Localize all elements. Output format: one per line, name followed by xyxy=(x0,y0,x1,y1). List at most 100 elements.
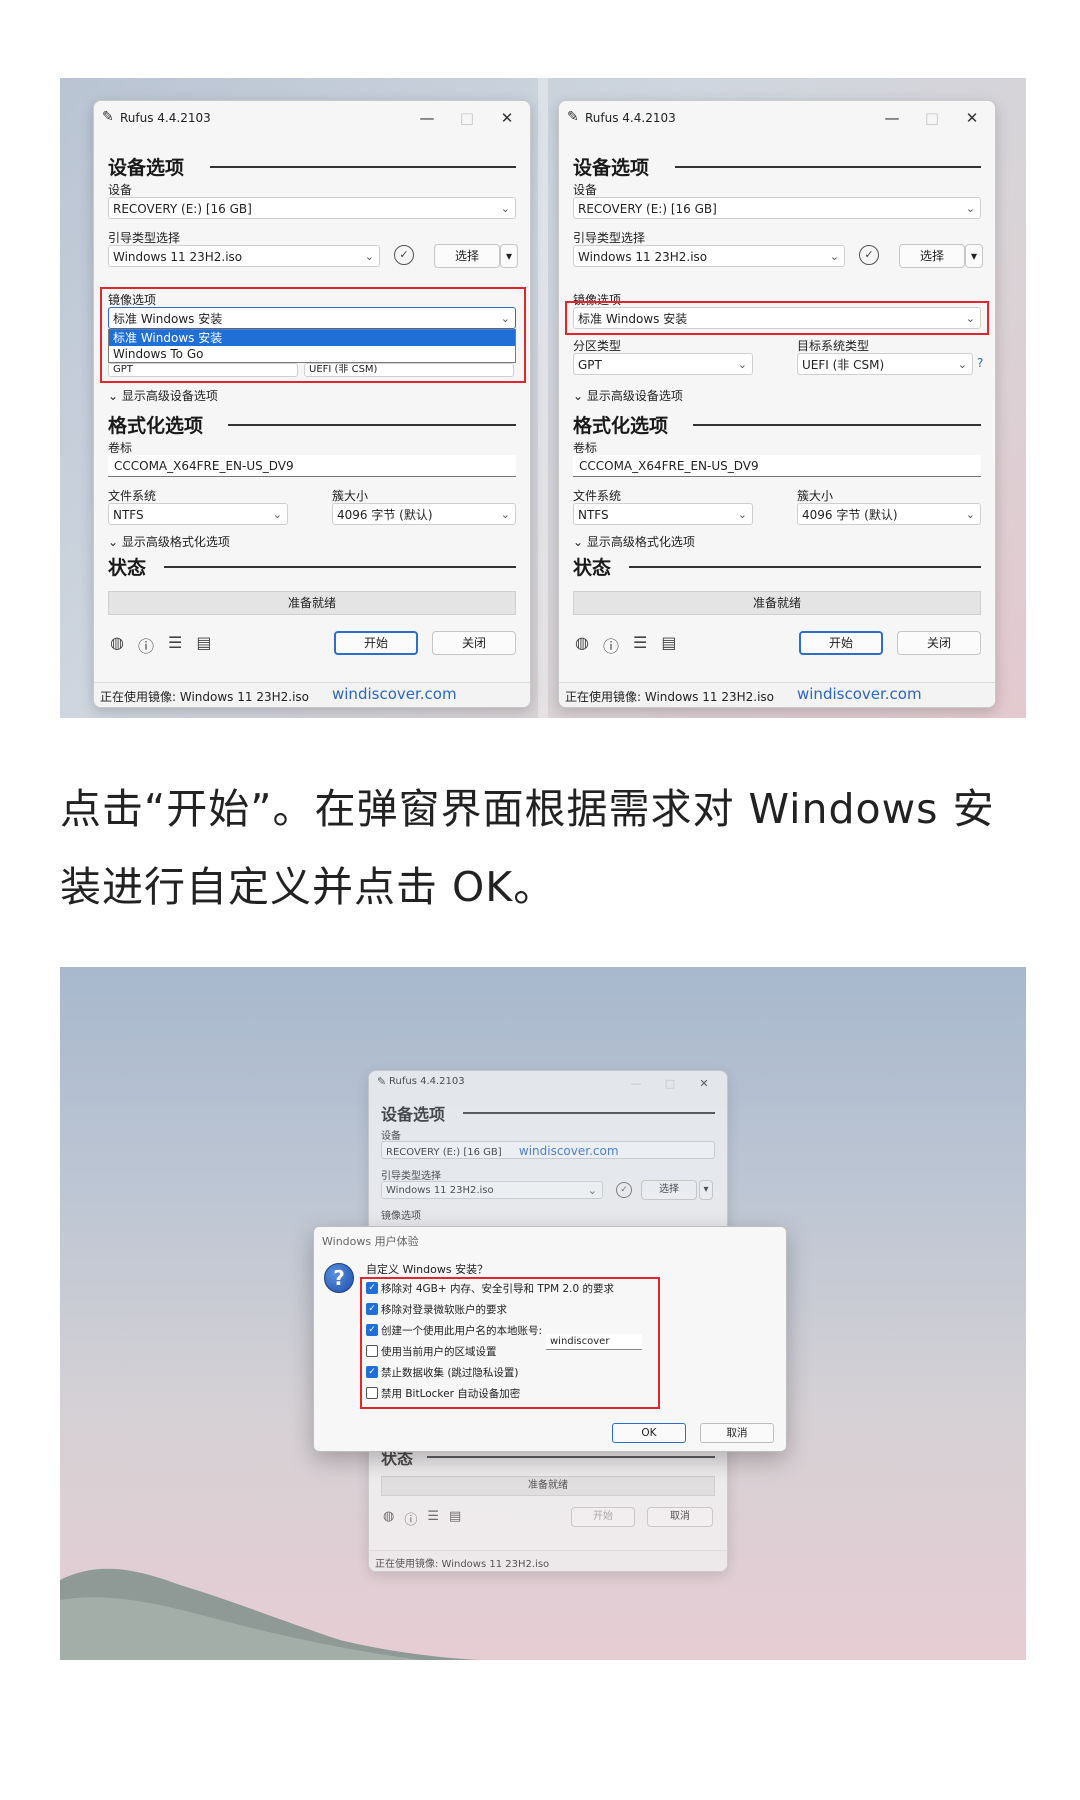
boot-selection-dropdown[interactable]: Windows 11 23H2.iso ⌄ xyxy=(108,245,380,267)
select-image-button[interactable]: 选择 xyxy=(899,244,965,268)
boot-selection-dropdown[interactable]: Windows 11 23H2.iso ⌄ xyxy=(573,245,845,267)
advanced-format-toggle[interactable]: ⌄ 显示高级格式化选项 xyxy=(573,533,695,550)
status-footer: 正在使用镜像: Windows 11 23H2.iso windiscover.… xyxy=(559,682,995,707)
select-split-arrow[interactable]: ▾ xyxy=(699,1180,713,1200)
title-bar: ✎ Rufus 4.4.2103 — □ ✕ xyxy=(94,101,530,135)
option-create-local-account[interactable]: ✓ 创建一个使用此用户名的本地账号: xyxy=(366,1323,542,1339)
log-icon[interactable]: ▤ xyxy=(196,633,211,657)
local-account-input[interactable]: windiscover xyxy=(546,1334,642,1350)
chevron-down-icon: ⌄ xyxy=(965,312,975,325)
globe-icon[interactable]: ◍ xyxy=(383,1509,394,1528)
advanced-drive-toggle[interactable]: ⌄ 显示高级设备选项 xyxy=(573,387,683,404)
select-image-button[interactable]: 选择 xyxy=(641,1180,697,1200)
option-remove-hw-requirements[interactable]: ✓ 移除对 4GB+ 内存、安全引导和 TPM 2.0 的要求 xyxy=(366,1281,614,1297)
close-button[interactable]: 关闭 xyxy=(897,631,981,655)
cluster-size-dropdown[interactable]: 4096 字节 (默认) ⌄ xyxy=(797,503,981,525)
footer-text: 正在使用镜像: Windows 11 23H2.iso xyxy=(565,690,774,704)
dialog-title: Windows 用户体验 xyxy=(322,1235,419,1248)
checkbox-checked-icon[interactable]: ✓ xyxy=(366,1282,378,1294)
start-button[interactable]: 开始 xyxy=(571,1507,635,1527)
file-system-dropdown[interactable]: NTFS ⌄ xyxy=(108,503,288,525)
close-window-button[interactable]: ✕ xyxy=(689,1073,719,1095)
chevron-down-icon: ⌄ xyxy=(737,508,747,521)
option-disable-data-collection[interactable]: ✓ 禁止数据收集 (跳过隐私设置) xyxy=(366,1365,519,1381)
settings-icon[interactable]: ☰ xyxy=(168,633,182,657)
screenshot-rufus-comparison: ✎ Rufus 4.4.2103 — □ ✕ 设备选项 设备 RECOVERY … xyxy=(60,78,1026,718)
select-split-arrow[interactable]: ▾ xyxy=(965,244,983,268)
advanced-drive-toggle[interactable]: ⌄ 显示高级设备选项 xyxy=(108,387,218,404)
advanced-format-toggle[interactable]: ⌄ 显示高级格式化选项 xyxy=(108,533,230,550)
settings-icon[interactable]: ☰ xyxy=(427,1509,439,1528)
image-option-dropdown[interactable]: 标准 Windows 安装 ⌄ xyxy=(573,307,981,329)
select-image-button[interactable]: 选择 xyxy=(434,244,500,268)
device-dropdown[interactable]: RECOVERY (E:) [16 GB] ⌄ xyxy=(108,197,516,219)
checkbox-unchecked-icon[interactable] xyxy=(366,1387,378,1399)
volume-label-label: 卷标 xyxy=(108,441,133,455)
list-item[interactable]: Windows To Go xyxy=(109,346,515,362)
device-label: 设备 xyxy=(108,183,133,197)
close-window-button[interactable]: ✕ xyxy=(957,107,987,129)
boot-selection-label: 引导类型选择 xyxy=(573,231,646,245)
info-icon[interactable]: ⓘ xyxy=(138,633,154,657)
partition-scheme-dropdown[interactable]: GPT ⌄ xyxy=(573,353,753,375)
log-icon[interactable]: ▤ xyxy=(449,1509,461,1528)
option-disable-bitlocker[interactable]: 禁用 BitLocker 自动设备加密 xyxy=(366,1386,520,1402)
close-window-button[interactable]: ✕ xyxy=(492,107,522,129)
section-format-options: 格式化选项 xyxy=(108,411,516,437)
option-remove-ms-account[interactable]: ✓ 移除对登录微软账户的要求 xyxy=(366,1302,507,1318)
globe-icon[interactable]: ◍ xyxy=(575,633,589,657)
check-hash-icon[interactable]: ✓ xyxy=(394,245,414,265)
option-use-regional-settings[interactable]: 使用当前用户的区域设置 xyxy=(366,1344,497,1360)
help-icon[interactable]: ? xyxy=(977,356,983,370)
image-option-dropdown[interactable]: 标准 Windows 安装 ⌄ xyxy=(108,307,516,329)
maximize-button[interactable]: □ xyxy=(655,1073,685,1095)
partition-scheme-dropdown[interactable]: GPT xyxy=(108,363,298,377)
usb-drive-icon: ✎ xyxy=(567,109,579,125)
section-drive-options: 设备选项 xyxy=(381,1101,715,1125)
minimize-button[interactable]: — xyxy=(621,1073,651,1095)
checkbox-checked-icon[interactable]: ✓ xyxy=(366,1366,378,1378)
instruction-caption: 点击“开始”。在弹窗界面根据需求对 Windows 安装进行自定义并点击 OK。 xyxy=(60,785,995,911)
minimize-button[interactable]: — xyxy=(877,107,907,129)
check-hash-icon[interactable]: ✓ xyxy=(859,245,879,265)
section-drive-options: 设备选项 xyxy=(573,153,981,179)
device-dropdown[interactable]: RECOVERY (E:) [16 GB] windiscover.com xyxy=(381,1141,715,1159)
volume-label-input[interactable]: CCCOMA_X64FRE_EN-US_DV9 xyxy=(108,455,516,477)
maximize-button[interactable]: □ xyxy=(917,107,947,129)
target-system-dropdown[interactable]: UEFI (非 CSM) ⌄ xyxy=(797,353,973,375)
info-icon[interactable]: ⓘ xyxy=(603,633,619,657)
usb-drive-icon: ✎ xyxy=(377,1075,387,1088)
boot-selection-dropdown[interactable]: Windows 11 23H2.iso ⌄ xyxy=(381,1181,603,1199)
volume-label-label: 卷标 xyxy=(573,441,598,455)
check-hash-icon[interactable]: ✓ xyxy=(616,1182,632,1198)
checkbox-unchecked-icon[interactable] xyxy=(366,1345,378,1357)
cancel-button[interactable]: 取消 xyxy=(647,1507,713,1527)
question-icon: ? xyxy=(324,1263,354,1293)
rufus-window-left: ✎ Rufus 4.4.2103 — □ ✕ 设备选项 设备 RECOVERY … xyxy=(93,100,531,708)
close-button[interactable]: 关闭 xyxy=(432,631,516,655)
chevron-down-icon: ⌄ xyxy=(364,250,374,263)
cluster-size-dropdown[interactable]: 4096 字节 (默认) ⌄ xyxy=(332,503,516,525)
minimize-button[interactable]: — xyxy=(412,107,442,129)
select-split-arrow[interactable]: ▾ xyxy=(500,244,518,268)
list-item[interactable]: 标准 Windows 安装 xyxy=(109,330,515,346)
info-icon[interactable]: ⓘ xyxy=(404,1509,417,1528)
dialog-cancel-button[interactable]: 取消 xyxy=(700,1423,774,1443)
settings-icon[interactable]: ☰ xyxy=(633,633,647,657)
section-status: 状态 xyxy=(108,553,516,579)
target-system-dropdown[interactable]: UEFI (非 CSM) xyxy=(304,363,514,377)
log-icon[interactable]: ▤ xyxy=(661,633,676,657)
globe-icon[interactable]: ◍ xyxy=(110,633,124,657)
file-system-label: 文件系统 xyxy=(573,489,622,503)
checkbox-checked-icon[interactable]: ✓ xyxy=(366,1303,378,1315)
ok-button[interactable]: OK xyxy=(612,1423,686,1443)
volume-label-input[interactable]: CCCOMA_X64FRE_EN-US_DV9 xyxy=(573,455,981,477)
device-dropdown[interactable]: RECOVERY (E:) [16 GB] ⌄ xyxy=(573,197,981,219)
start-button[interactable]: 开始 xyxy=(799,631,883,655)
footer-text: 正在使用镜像: Windows 11 23H2.iso xyxy=(375,1559,550,1570)
file-system-dropdown[interactable]: NTFS ⌄ xyxy=(573,503,753,525)
maximize-button[interactable]: □ xyxy=(452,107,482,129)
start-button[interactable]: 开始 xyxy=(334,631,418,655)
dialog-question: 自定义 Windows 安装？ xyxy=(366,1263,489,1276)
checkbox-checked-icon[interactable]: ✓ xyxy=(366,1324,378,1336)
